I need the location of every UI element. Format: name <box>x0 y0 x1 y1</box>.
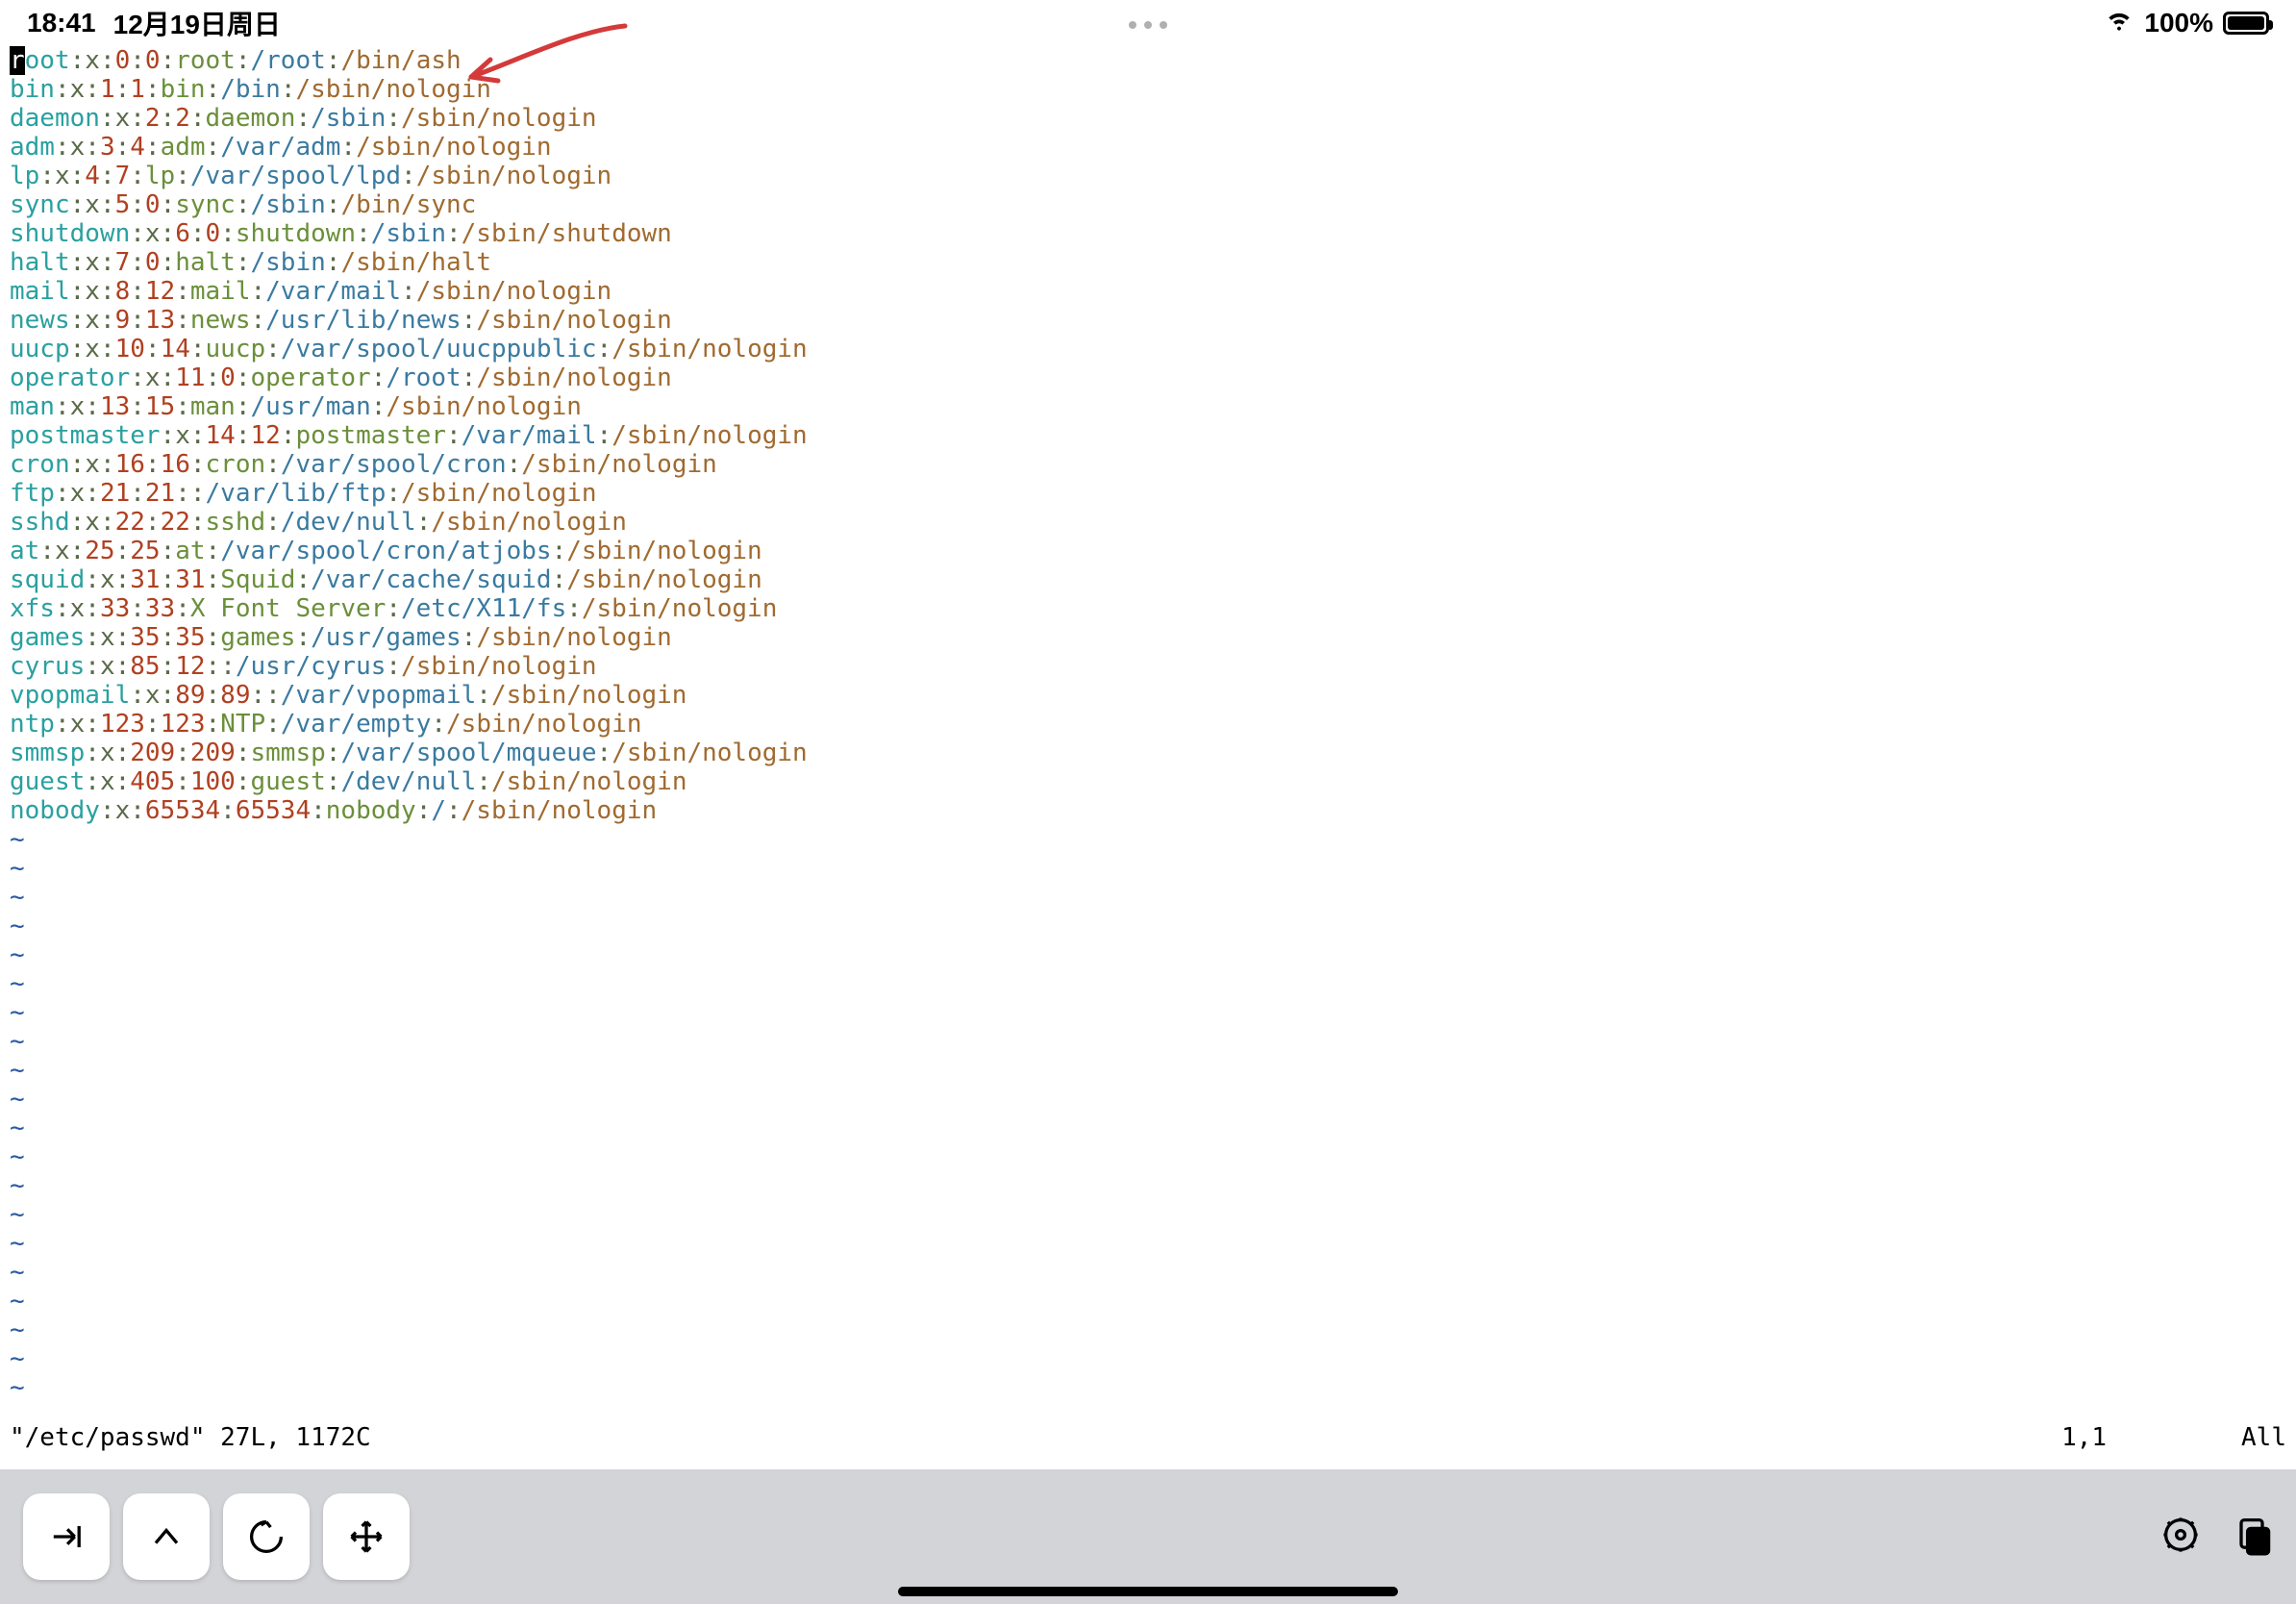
passwd-line: operator:x:11:0:operator:/root:/sbin/nol… <box>10 363 2296 392</box>
vim-tilde-line: ~ <box>10 969 2296 998</box>
vim-tilde-line: ~ <box>10 1229 2296 1258</box>
passwd-line: squid:x:31:31:Squid:/var/cache/squid:/sb… <box>10 565 2296 594</box>
passwd-line: mail:x:8:12:mail:/var/mail:/sbin/nologin <box>10 277 2296 306</box>
wifi-icon <box>2104 5 2134 42</box>
passwd-line: root:x:0:0:root:/root:/bin/ash <box>10 46 2296 75</box>
passwd-line: adm:x:3:4:adm:/var/adm:/sbin/nologin <box>10 133 2296 162</box>
passwd-line: man:x:13:15:man:/usr/man:/sbin/nologin <box>10 392 2296 421</box>
tab-key-button[interactable] <box>23 1493 110 1580</box>
status-time: 18:41 <box>27 8 96 38</box>
vim-tilde-line: ~ <box>10 1085 2296 1114</box>
vim-tilde-line: ~ <box>10 1344 2296 1373</box>
ctrl-key-button[interactable] <box>123 1493 210 1580</box>
passwd-line: vpopmail:x:89:89::/var/vpopmail:/sbin/no… <box>10 681 2296 710</box>
vim-scroll-pos: All <box>2241 1423 2286 1452</box>
home-indicator[interactable] <box>898 1587 1398 1596</box>
battery-icon <box>2223 12 2269 35</box>
passwd-line: cron:x:16:16:cron:/var/spool/cron:/sbin/… <box>10 450 2296 479</box>
vim-cursor-pos: 1,1 <box>2061 1423 2107 1452</box>
passwd-line: guest:x:405:100:guest:/dev/null:/sbin/no… <box>10 767 2296 796</box>
passwd-line: cyrus:x:85:12::/usr/cyrus:/sbin/nologin <box>10 652 2296 681</box>
passwd-line: ftp:x:21:21::/var/lib/ftp:/sbin/nologin <box>10 479 2296 508</box>
vim-tilde-line: ~ <box>10 825 2296 854</box>
vim-file-info: "/etc/passwd" 27L, 1172C <box>10 1423 371 1452</box>
ios-status-bar: 18:41 12月19日周日 100% <box>0 0 2296 46</box>
vim-tilde-line: ~ <box>10 940 2296 969</box>
passwd-line: postmaster:x:14:12:postmaster:/var/mail:… <box>10 421 2296 450</box>
passwd-line: bin:x:1:1:bin:/bin:/sbin/nologin <box>10 75 2296 104</box>
vim-tilde-line: ~ <box>10 1142 2296 1171</box>
escape-key-button[interactable] <box>223 1493 310 1580</box>
vim-tilde-line: ~ <box>10 1171 2296 1200</box>
passwd-line: lp:x:4:7:lp:/var/spool/lpd:/sbin/nologin <box>10 162 2296 190</box>
battery-percent: 100% <box>2144 8 2213 38</box>
vim-tilde-line: ~ <box>10 1027 2296 1056</box>
passwd-line: shutdown:x:6:0:shutdown:/sbin:/sbin/shut… <box>10 219 2296 248</box>
passwd-line: news:x:9:13:news:/usr/lib/news:/sbin/nol… <box>10 306 2296 335</box>
arrows-key-button[interactable] <box>323 1493 410 1580</box>
passwd-line: uucp:x:10:14:uucp:/var/spool/uucppublic:… <box>10 335 2296 363</box>
vim-tilde-line: ~ <box>10 1200 2296 1229</box>
vim-tilde-line: ~ <box>10 1287 2296 1316</box>
vim-tilde-line: ~ <box>10 1316 2296 1344</box>
passwd-line: daemon:x:2:2:daemon:/sbin:/sbin/nologin <box>10 104 2296 133</box>
vim-tilde-line: ~ <box>10 998 2296 1027</box>
passwd-line: xfs:x:33:33:X Font Server:/etc/X11/fs:/s… <box>10 594 2296 623</box>
status-date: 12月19日周日 <box>113 4 281 42</box>
passwd-line: halt:x:7:0:halt:/sbin:/sbin/halt <box>10 248 2296 277</box>
keyboard-toolbar <box>0 1469 2296 1604</box>
passwd-line: games:x:35:35:games:/usr/games:/sbin/nol… <box>10 623 2296 652</box>
vim-tilde-line: ~ <box>10 1373 2296 1402</box>
passwd-line: sync:x:5:0:sync:/sbin:/bin/sync <box>10 190 2296 219</box>
vim-tilde-line: ~ <box>10 912 2296 940</box>
vim-tilde-line: ~ <box>10 883 2296 912</box>
passwd-line: ntp:x:123:123:NTP:/var/empty:/sbin/nolog… <box>10 710 2296 739</box>
passwd-line: smmsp:x:209:209:smmsp:/var/spool/mqueue:… <box>10 739 2296 767</box>
vim-tilde-line: ~ <box>10 1114 2296 1142</box>
passwd-line: at:x:25:25:at:/var/spool/cron/atjobs:/sb… <box>10 537 2296 565</box>
vim-tilde-line: ~ <box>10 1258 2296 1287</box>
vim-tilde-line: ~ <box>10 1056 2296 1085</box>
settings-icon[interactable] <box>2159 1514 2202 1561</box>
vim-tilde-line: ~ <box>10 854 2296 883</box>
terminal-viewport[interactable]: root:x:0:0:root:/root:/bin/ashbin:x:1:1:… <box>0 46 2296 1402</box>
passwd-line: nobody:x:65534:65534:nobody:/:/sbin/nolo… <box>10 796 2296 825</box>
vim-status-line: "/etc/passwd" 27L, 1172C 1,1 All <box>10 1423 2286 1452</box>
paste-icon[interactable] <box>2231 1514 2273 1561</box>
multitask-dots[interactable] <box>1129 21 1167 29</box>
passwd-line: sshd:x:22:22:sshd:/dev/null:/sbin/nologi… <box>10 508 2296 537</box>
